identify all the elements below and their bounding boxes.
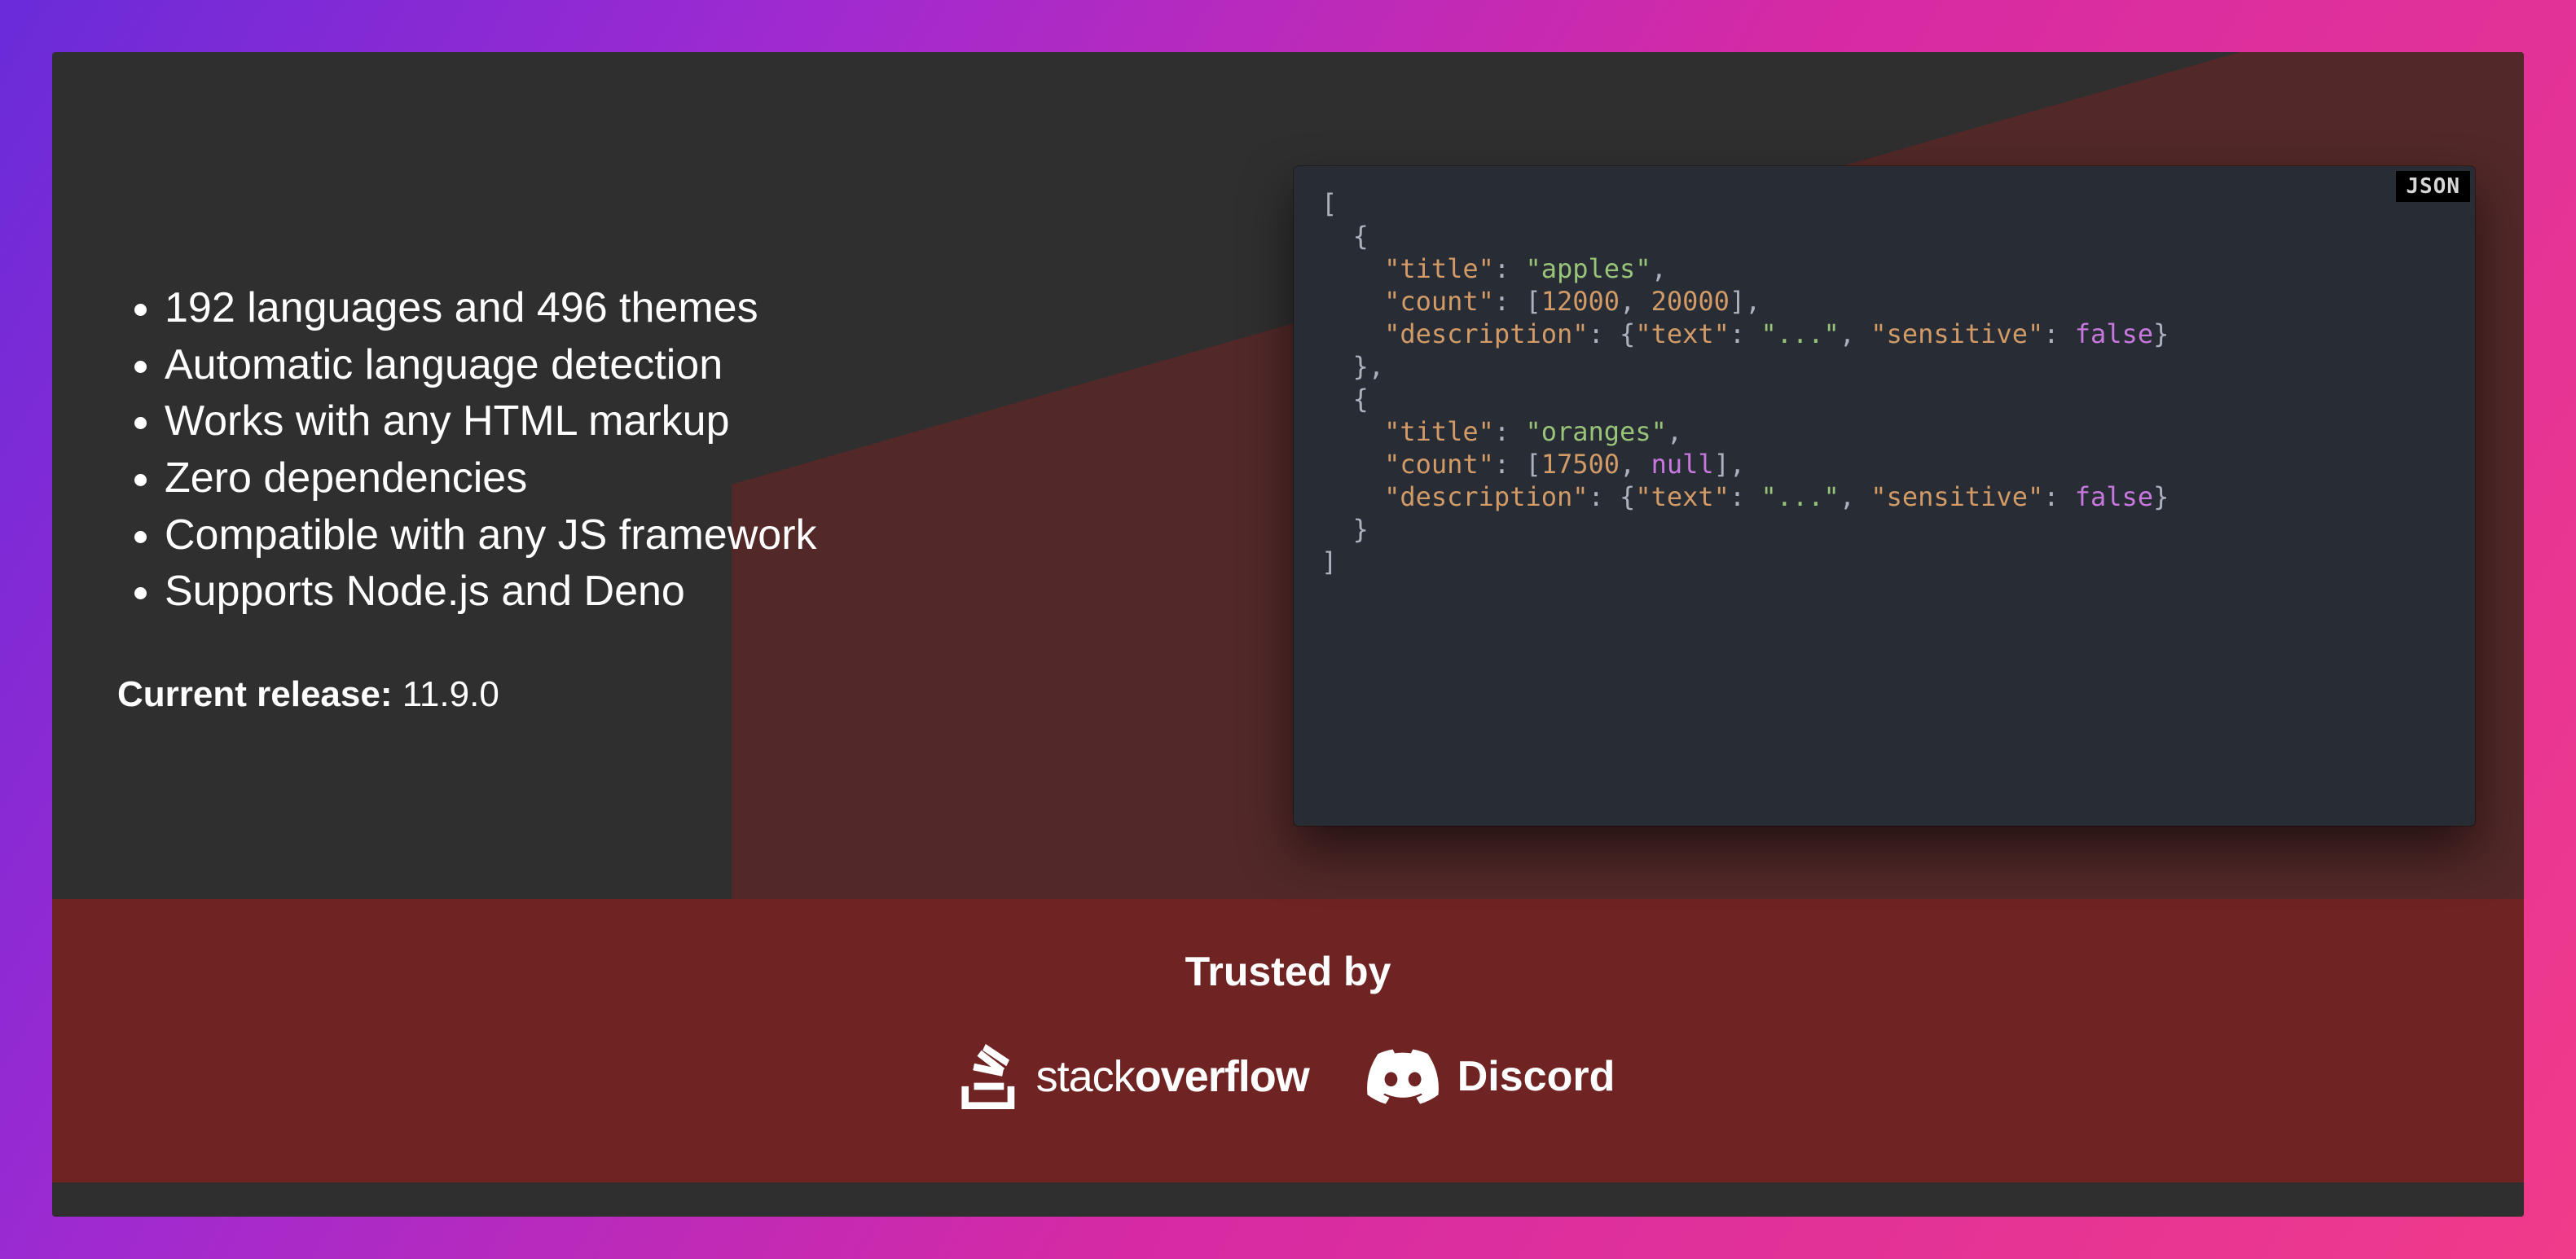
feature-item: Compatible with any JS framework [165,507,1258,564]
trusted-by-logos: stackoverflow Discord [52,1044,2524,1109]
language-badge: JSON [2396,171,2470,202]
feature-column: 192 languages and 496 themes Automatic l… [117,280,1258,715]
bottom-dark-bar [52,1182,2524,1217]
feature-item: Supports Node.js and Deno [165,564,1258,621]
trusted-by-heading: Trusted by [52,948,2524,995]
stackoverflow-wordmark: stackoverflow [1036,1051,1309,1102]
current-release-label: Current release: [117,674,392,714]
code-sample-block: JSON [ { "title": "apples", "count": [12… [1294,166,2475,826]
feature-item: 192 languages and 496 themes [165,280,1258,337]
stackoverflow-icon [961,1044,1018,1109]
page-background: 192 languages and 496 themes Automatic l… [0,0,2576,1259]
discord-logo[interactable]: Discord [1366,1049,1615,1104]
code-sample-content: [ { "title": "apples", "count": [12000, … [1294,166,2475,599]
discord-icon [1366,1049,1440,1104]
current-release-line: Current release: 11.9.0 [117,674,1258,715]
feature-item: Zero dependencies [165,450,1258,507]
feature-item: Works with any HTML markup [165,393,1258,450]
trusted-by-section: Trusted by stackoverflow [52,948,2524,1109]
stackoverflow-logo[interactable]: stackoverflow [961,1044,1309,1109]
current-release-version: 11.9.0 [402,674,499,714]
feature-item: Automatic language detection [165,337,1258,394]
hero-card: 192 languages and 496 themes Automatic l… [52,52,2524,1217]
feature-list: 192 languages and 496 themes Automatic l… [117,280,1258,621]
discord-wordmark: Discord [1457,1052,1615,1101]
